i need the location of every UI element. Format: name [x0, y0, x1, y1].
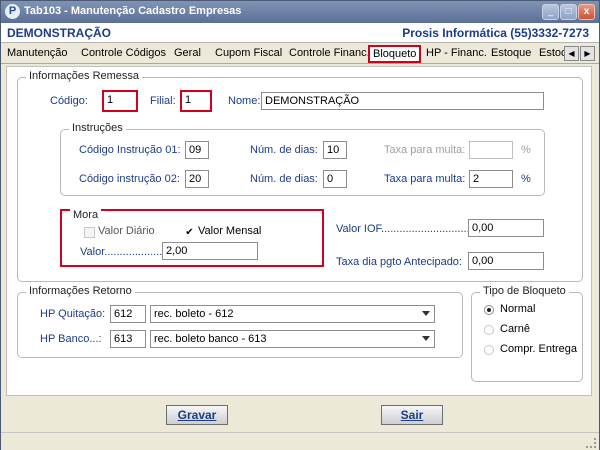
sair-button[interactable]: Sair — [381, 405, 443, 425]
radio-compr-entrega-label: Compr. Entrega — [500, 343, 578, 355]
valor-mensal-checkbox[interactable]: ✔ — [184, 227, 195, 238]
dias-02-label: Núm. de dias: — [250, 173, 318, 185]
tab-controle-codigos[interactable]: Controle Códigos — [81, 47, 166, 59]
tab-scroll-left-icon[interactable]: ◀ — [564, 46, 579, 61]
tab-hp-financ[interactable]: HP - Financ. — [426, 47, 487, 59]
valor-iof-label: Valor IOF..............................: — [336, 223, 476, 235]
dias-02-input[interactable]: 0 — [323, 170, 347, 188]
filial-label: Filial: — [150, 95, 176, 107]
remessa-group: Informações Remessa Código: 1 Filial: 1 … — [17, 70, 583, 282]
instrucao-01-label: Código Instrução 01: — [79, 144, 181, 156]
vendor-info: Prosis Informática (55)3332-7273 — [402, 26, 589, 40]
main-window: P Tab103 - Manutenção Cadastro Empresas … — [0, 0, 600, 450]
instrucoes-group: Instruções Código Instrução 01: 09 Núm. … — [60, 122, 545, 196]
codigo-label: Código: — [50, 95, 88, 107]
radio-carne-label: Carnê — [500, 323, 530, 335]
minimize-button[interactable]: _ — [542, 4, 559, 20]
bloqueto-panel: Informações Remessa Código: 1 Filial: 1 … — [6, 66, 592, 396]
taxa-multa-01-label: Taxa para multa: — [384, 144, 466, 156]
mora-legend: Mora — [70, 209, 102, 221]
status-bar — [1, 432, 599, 450]
valor-diario-label: Valor Diário — [98, 225, 155, 237]
company-name: DEMONSTRAÇÃO — [7, 26, 111, 40]
remessa-legend: Informações Remessa — [26, 70, 143, 82]
tab-controle-financ[interactable]: Controle Financ. — [289, 47, 370, 59]
tab-cupom-fiscal[interactable]: Cupom Fiscal — [215, 47, 282, 59]
instrucao-02-input[interactable]: 20 — [185, 170, 209, 188]
resize-grip-icon[interactable] — [586, 438, 596, 448]
chevron-down-icon — [422, 311, 430, 316]
tab-geral[interactable]: Geral — [174, 47, 201, 59]
radio-normal-label: Normal — [500, 303, 536, 315]
close-button[interactable]: x — [578, 4, 595, 20]
nome-input[interactable]: DEMONSTRAÇÃO — [261, 92, 544, 110]
filial-input[interactable]: 1 — [180, 90, 212, 112]
taxa-multa-01-input[interactable] — [469, 141, 513, 159]
mora-group: Mora Valor Diário ✔ Valor Mensal Valor..… — [60, 209, 324, 267]
codigo-input[interactable]: 1 — [102, 90, 138, 112]
radio-compr-entrega[interactable] — [484, 345, 494, 355]
taxa-antecipado-input[interactable]: 0,00 — [468, 252, 544, 270]
nome-label: Nome: — [228, 95, 261, 107]
taxa-multa-02-input[interactable]: 2 — [469, 170, 513, 188]
chevron-down-icon — [422, 336, 430, 341]
radio-normal[interactable] — [484, 305, 494, 315]
hp-quitacao-code-input[interactable]: 612 — [110, 305, 146, 323]
valor-iof-input[interactable]: 0,00 — [468, 219, 544, 237]
hp-quitacao-select[interactable]: rec. boleto - 612 — [150, 305, 435, 323]
retorno-legend: Informações Retorno — [26, 285, 135, 297]
tab-manutencao[interactable]: Manutenção — [7, 47, 68, 59]
valor-diario-checkbox[interactable] — [84, 227, 95, 238]
hp-quitacao-select-value: rec. boleto - 612 — [154, 308, 234, 320]
taxa-multa-02-label: Taxa para multa: — [384, 173, 466, 185]
hp-banco-select-value: rec. boleto banco - 613 — [154, 333, 267, 345]
title-bar: P Tab103 - Manutenção Cadastro Empresas … — [1, 1, 599, 23]
gravar-button[interactable]: Gravar — [166, 405, 228, 425]
tipo-bloqueto-legend: Tipo de Bloqueto — [480, 285, 569, 297]
app-icon: P — [5, 4, 20, 19]
radio-carne[interactable] — [484, 325, 494, 335]
company-banner: DEMONSTRAÇÃO Prosis Informática (55)3332… — [1, 23, 599, 43]
tipo-bloqueto-group: Tipo de Bloqueto Normal Carnê Compr. Ent… — [471, 285, 583, 382]
percent-01-label: % — [521, 144, 531, 156]
taxa-antecipado-label: Taxa dia pgto Antecipado: — [336, 256, 462, 268]
valor-mensal-label: Valor Mensal — [198, 225, 262, 237]
hp-banco-select[interactable]: rec. boleto banco - 613 — [150, 330, 435, 348]
button-bar: Gravar Sair — [6, 399, 592, 429]
tab-estoque[interactable]: Estoque — [491, 47, 531, 59]
hp-banco-code-input[interactable]: 613 — [110, 330, 146, 348]
instrucoes-legend: Instruções — [69, 122, 126, 134]
dias-01-input[interactable]: 10 — [323, 141, 347, 159]
retorno-group: Informações Retorno HP Quitação: 612 rec… — [17, 285, 463, 358]
tab-strip: Manutenção Controle Códigos Geral Cupom … — [1, 44, 599, 64]
hp-quitacao-label: HP Quitação: — [40, 308, 106, 320]
window-title: Tab103 - Manutenção Cadastro Empresas — [24, 5, 242, 17]
maximize-button[interactable]: □ — [560, 4, 577, 20]
instrucao-01-input[interactable]: 09 — [185, 141, 209, 159]
tab-bloqueto[interactable]: Bloqueto — [368, 45, 422, 63]
hp-banco-label: HP Banco...: — [40, 333, 102, 345]
dias-01-label: Núm. de dias: — [250, 144, 318, 156]
tab-estoq[interactable]: Estoq — [539, 47, 567, 59]
percent-02-label: % — [521, 173, 531, 185]
mora-valor-input[interactable]: 2,00 — [162, 242, 258, 260]
instrucao-02-label: Código instrução 02: — [79, 173, 180, 185]
tab-scroll-right-icon[interactable]: ▶ — [580, 46, 595, 61]
